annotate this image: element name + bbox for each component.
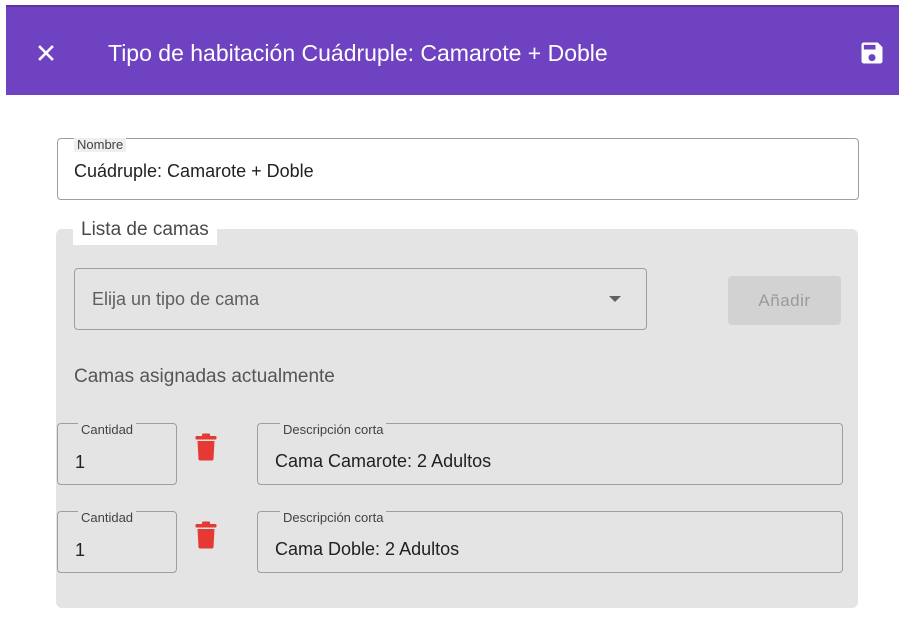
add-button[interactable]: Añadir bbox=[728, 276, 841, 325]
page-title: Tipo de habitación Cuádruple: Camarote +… bbox=[108, 40, 608, 66]
quantity-label: Cantidad bbox=[78, 423, 137, 437]
bed-type-select[interactable]: Elija un tipo de cama bbox=[74, 268, 647, 330]
short-description-label: Descripción corta bbox=[280, 423, 387, 437]
quantity-label: Cantidad bbox=[78, 511, 137, 525]
assigned-beds-label: Camas asignadas actualmente bbox=[74, 366, 335, 387]
chevron-down-icon bbox=[609, 296, 621, 302]
short-description-value: Cama Doble: 2 Adultos bbox=[275, 539, 460, 559]
trash-icon bbox=[195, 433, 217, 461]
bed-type-placeholder: Elija un tipo de cama bbox=[92, 289, 260, 309]
delete-bed-button[interactable] bbox=[195, 433, 217, 461]
save-icon bbox=[861, 42, 883, 64]
save-button[interactable] bbox=[858, 39, 886, 67]
short-description-value: Cama Camarote: 2 Adultos bbox=[275, 451, 492, 471]
quantity-value: 1 bbox=[75, 540, 86, 560]
app-bar: Tipo de habitación Cuádruple: Camarote +… bbox=[6, 5, 899, 95]
quantity-value: 1 bbox=[75, 452, 86, 472]
close-icon bbox=[38, 45, 54, 61]
quantity-field[interactable]: Cantidad 1 bbox=[57, 511, 177, 573]
short-description-field[interactable]: Descripción corta Cama Doble: 2 Adultos bbox=[257, 511, 843, 573]
nombre-label: Nombre bbox=[74, 138, 127, 152]
trash-icon bbox=[195, 521, 217, 549]
delete-bed-button[interactable] bbox=[195, 521, 217, 549]
close-button[interactable] bbox=[30, 37, 62, 69]
quantity-field[interactable]: Cantidad 1 bbox=[57, 423, 177, 485]
camas-legend: Lista de camas bbox=[73, 213, 217, 245]
nombre-field[interactable]: Nombre Cuádruple: Camarote + Doble bbox=[57, 138, 859, 200]
short-description-label: Descripción corta bbox=[280, 511, 387, 525]
short-description-field[interactable]: Descripción corta Cama Camarote: 2 Adult… bbox=[257, 423, 843, 485]
nombre-value: Cuádruple: Camarote + Doble bbox=[74, 161, 314, 181]
